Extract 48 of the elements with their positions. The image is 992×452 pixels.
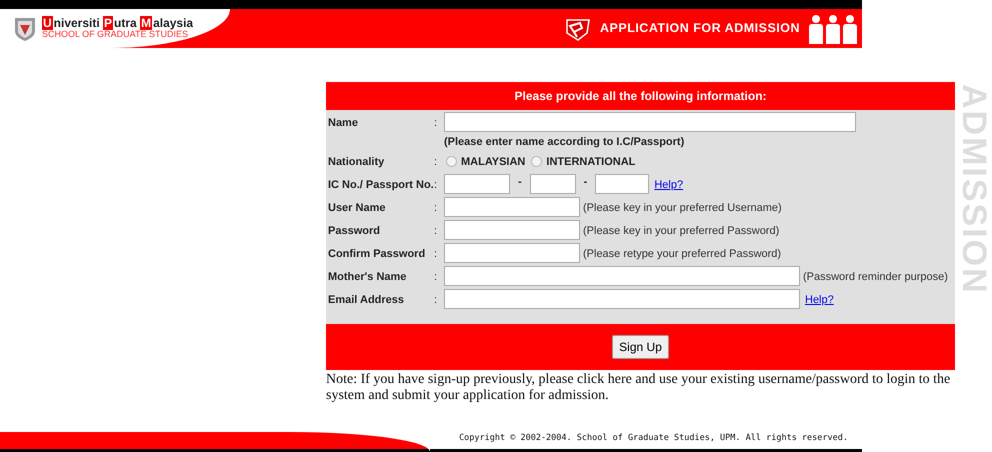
dash: -	[517, 174, 523, 190]
input-field[interactable]	[595, 174, 650, 194]
colon: :	[434, 292, 438, 308]
radio-label: INTERNATIONAL	[546, 154, 636, 170]
sign-up-button[interactable]: Sign Up	[612, 334, 669, 358]
hint-text: (Please enter name according to I.C/Passport)	[444, 135, 686, 150]
school-name: SCHOOL OF GRADUATE STUDIES	[42, 30, 188, 40]
help-link[interactable]: Help?	[805, 288, 834, 308]
crest-icon	[14, 16, 36, 40]
radio-button[interactable]	[531, 156, 542, 168]
input-field[interactable]	[530, 174, 576, 194]
colon: :	[434, 246, 438, 262]
hint-text: (Password reminder purpose)	[803, 270, 948, 284]
shield-icon	[564, 16, 592, 40]
form-heading: Please provide all the following information:	[326, 82, 956, 110]
copyright-text: Copyright © 2002-2004. School of Graduate Studies, UPM. All rights reserved.	[459, 432, 848, 445]
radio-button[interactable]	[446, 156, 457, 168]
colon: :	[434, 200, 438, 216]
input-field[interactable]	[444, 112, 856, 132]
radio-label: MALAYSIAN	[461, 154, 526, 170]
field-label: Name	[327, 116, 359, 131]
field-label: Email Address	[327, 292, 406, 308]
input-field[interactable]	[444, 174, 510, 194]
colon: :	[434, 224, 438, 238]
input-field[interactable]	[444, 220, 580, 240]
colon: :	[434, 116, 438, 131]
field-label: IC No./ Passport No.	[327, 178, 434, 192]
input-field[interactable]	[444, 196, 580, 216]
field-label: Mother's Name	[327, 270, 408, 284]
input-field[interactable]	[444, 288, 800, 308]
input-field[interactable]	[444, 242, 580, 262]
colon: :	[434, 270, 438, 284]
field-label: Password	[327, 224, 381, 238]
hint-text: (Please key in your preferred Password)	[583, 224, 780, 238]
help-link[interactable]: Help?	[654, 174, 684, 194]
banner-title: APPLICATION FOR ADMISSION	[600, 20, 800, 38]
note-text: Note: If you have sign-up previously, please click here and use your existing username/password to login to the system and submit your application for admission.	[326, 372, 952, 406]
colon: :	[434, 154, 438, 170]
field-label: Confirm Password	[327, 246, 426, 262]
dash: -	[582, 174, 588, 190]
input-field[interactable]	[444, 266, 800, 286]
field-label: User Name	[327, 200, 386, 216]
hint-text: (Please retype your preferred Password)	[583, 246, 782, 262]
university-name: U niversiti P utra M alaysia	[42, 16, 194, 30]
hint-text: (Please key in your preferred Username)	[583, 200, 782, 216]
colon: :	[434, 178, 438, 192]
people-icon	[808, 14, 858, 44]
field-label: Nationality	[327, 154, 386, 170]
